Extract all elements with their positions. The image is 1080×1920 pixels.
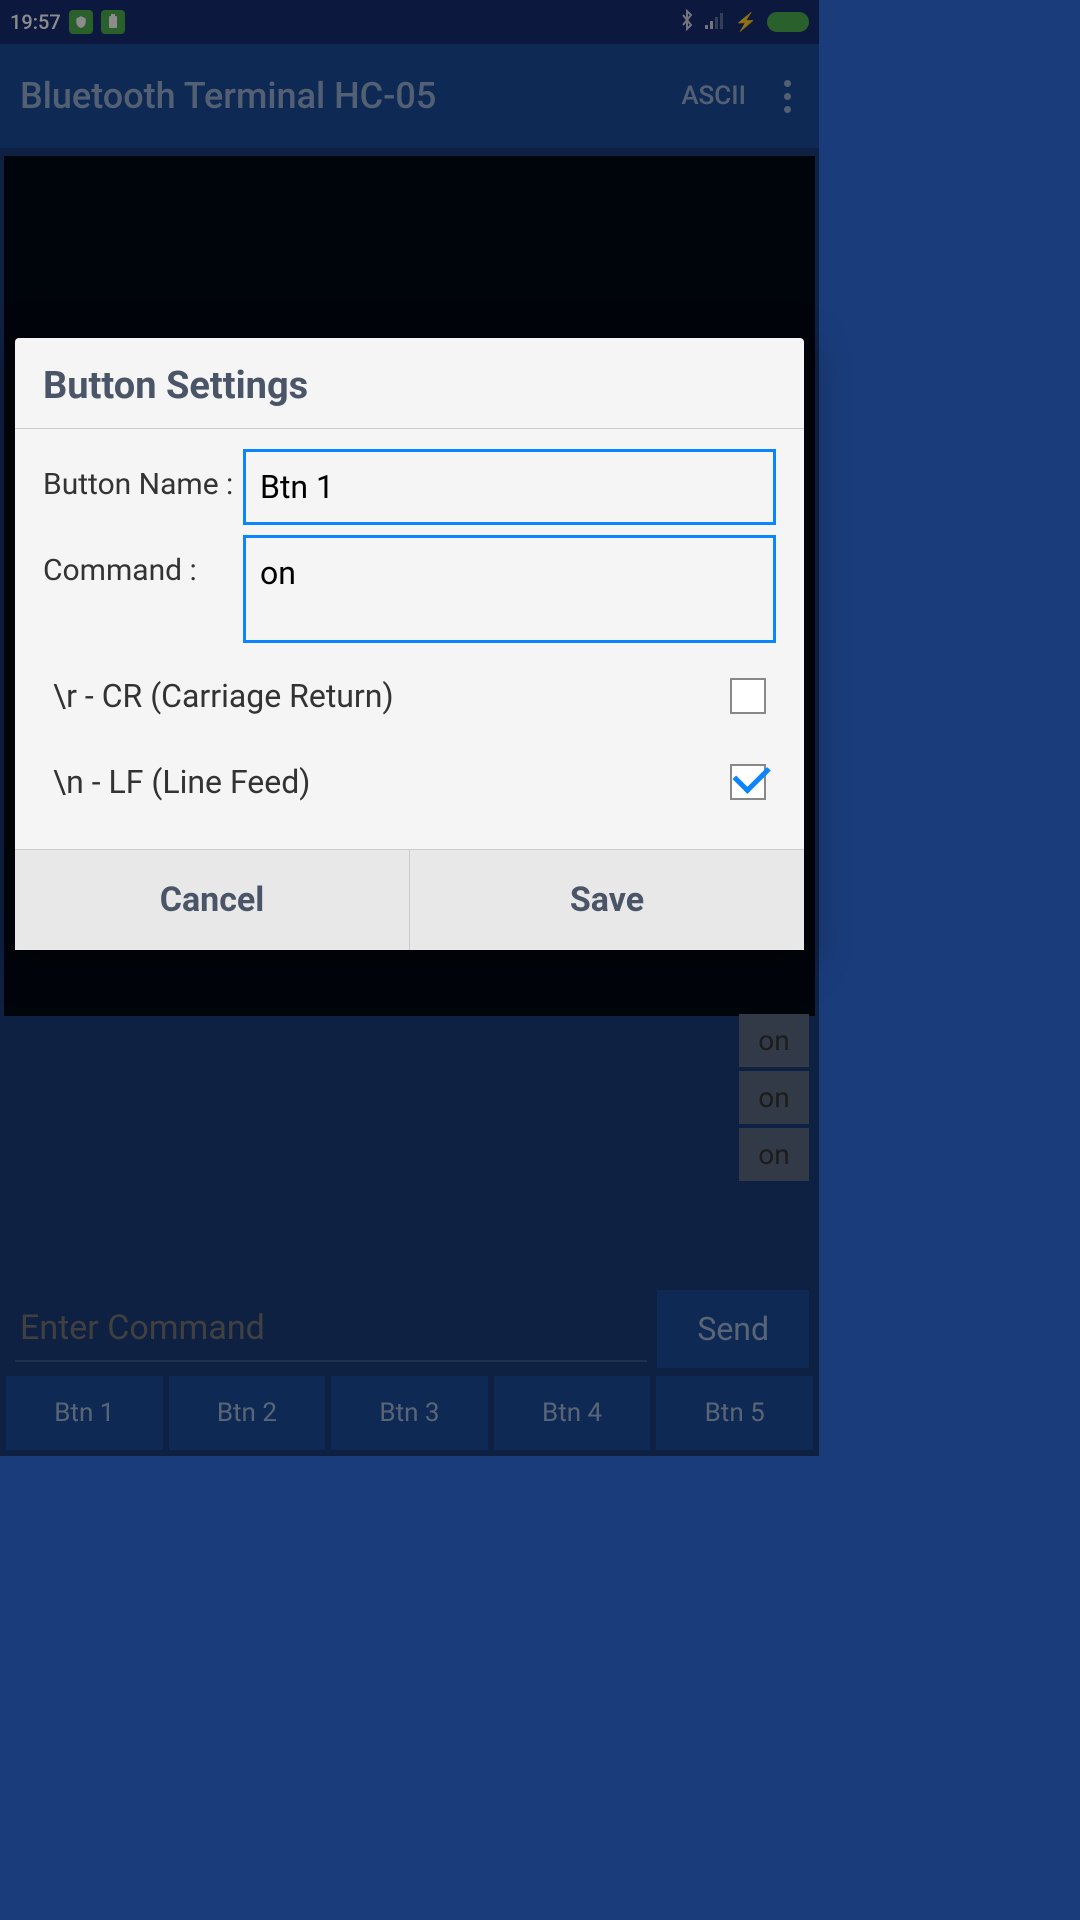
- button-settings-dialog: Button Settings Button Name : Command : …: [15, 338, 804, 950]
- cr-label: \r - CR (Carriage Return): [53, 677, 394, 715]
- lf-option-row[interactable]: \n - LF (Line Feed): [43, 739, 776, 825]
- command-label: Command :: [43, 535, 243, 588]
- cancel-button[interactable]: Cancel: [15, 850, 410, 950]
- dialog-title: Button Settings: [15, 338, 804, 429]
- command-textarea[interactable]: on: [243, 535, 776, 643]
- save-button[interactable]: Save: [410, 850, 804, 950]
- cr-checkbox[interactable]: [730, 678, 766, 714]
- lf-checkbox[interactable]: [730, 764, 766, 800]
- button-name-label: Button Name :: [43, 449, 243, 502]
- lf-label: \n - LF (Line Feed): [53, 763, 310, 801]
- cr-option-row[interactable]: \r - CR (Carriage Return): [43, 653, 776, 739]
- button-name-input[interactable]: [243, 449, 776, 525]
